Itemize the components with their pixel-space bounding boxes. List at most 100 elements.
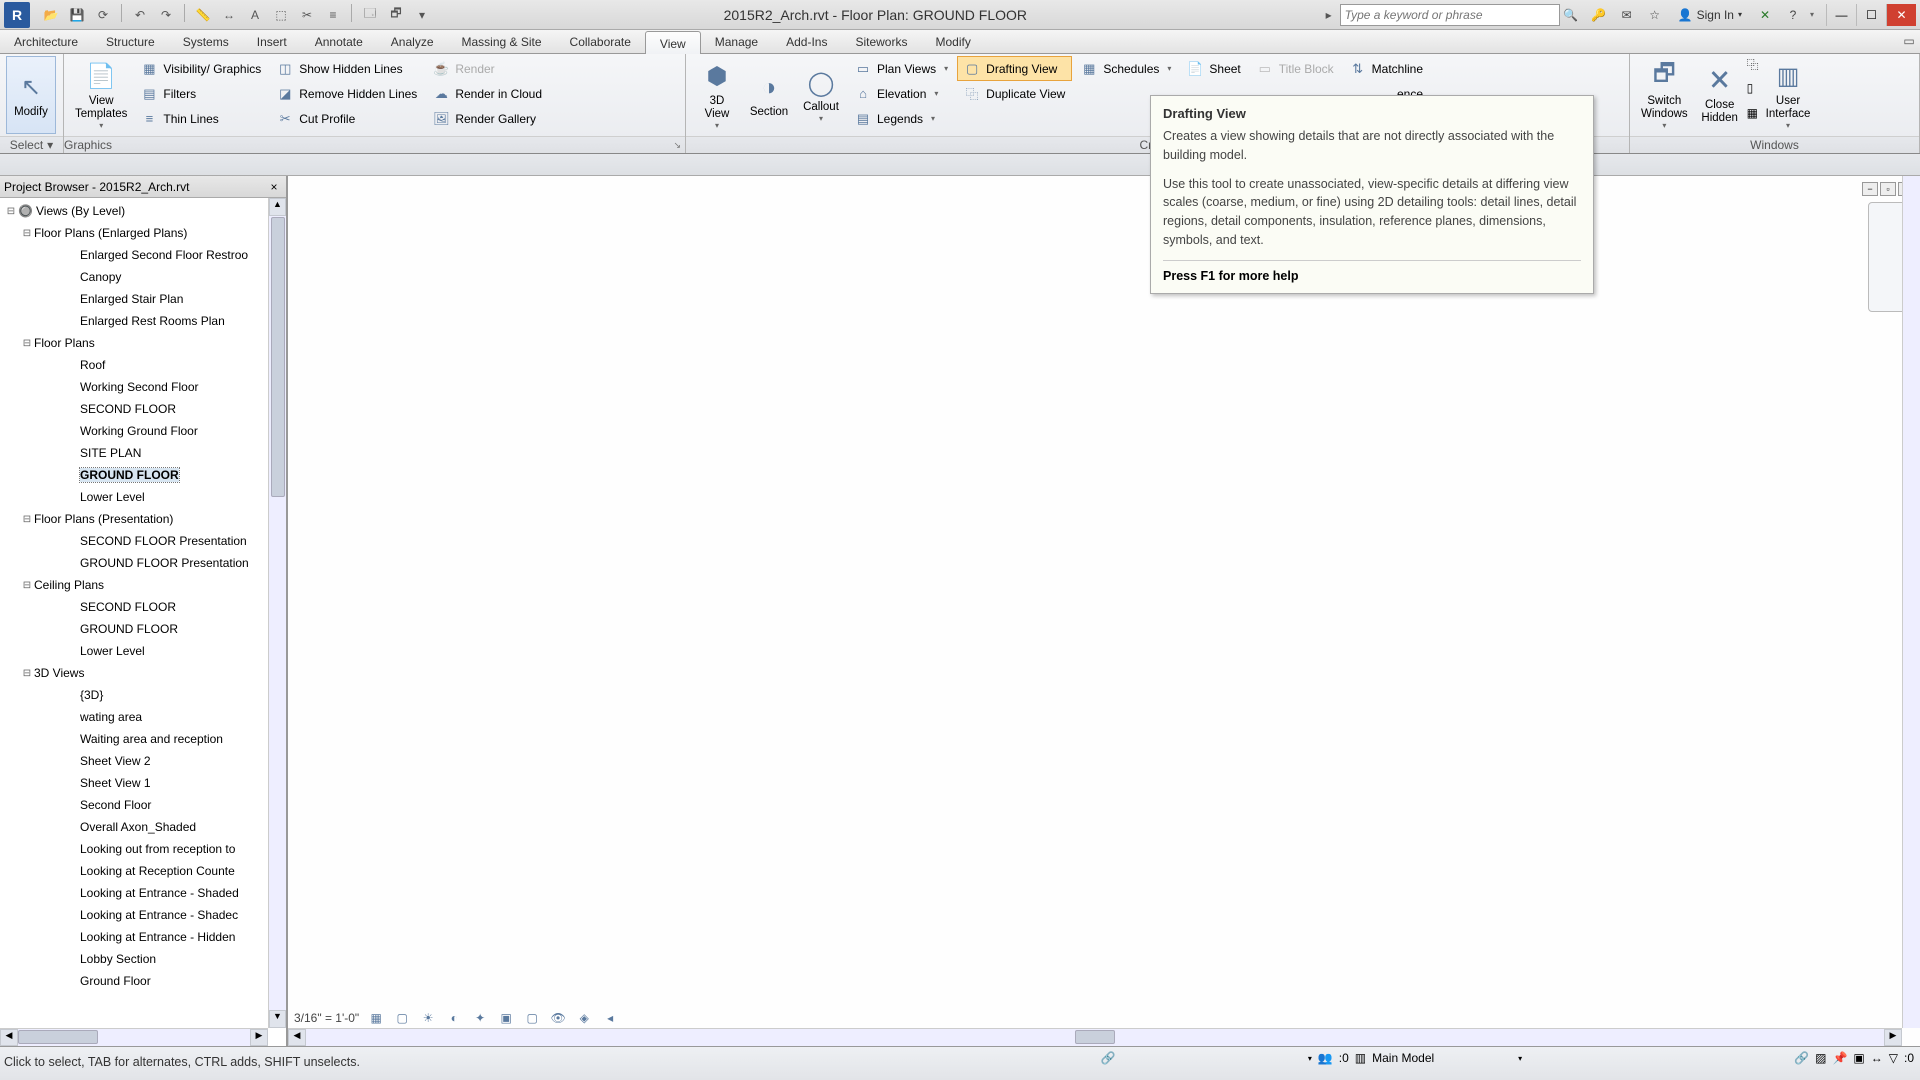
minimize-button[interactable]: — [1826,4,1856,26]
tab-modify[interactable]: Modify [921,30,984,53]
dialog-launcher-icon[interactable]: ↘ [673,140,681,151]
tab-structure[interactable]: Structure [92,30,169,53]
tree-item[interactable]: SECOND FLOOR [0,398,268,420]
cut-profile-button[interactable]: ✂Cut Profile [270,106,424,131]
sun-path-icon[interactable]: ☀ [419,1010,437,1026]
scroll-down-icon[interactable]: ▼ [269,1010,286,1028]
tree-item[interactable]: ⊟Floor Plans (Enlarged Plans) [0,222,268,244]
canvas-vscroll[interactable] [1902,176,1920,1028]
signin-button[interactable]: 👤 Sign In ▾ [1672,8,1748,22]
tree-item[interactable]: GROUND FLOOR Presentation [0,552,268,574]
schedules-button[interactable]: ▦Schedules▾ [1074,56,1178,81]
tree-toggle-icon[interactable]: ⊟ [20,228,34,239]
tile-icon[interactable]: ▦ [1747,106,1759,131]
tree-item[interactable]: Overall Axon_Shaded [0,816,268,838]
search-input[interactable] [1340,4,1560,26]
tab-systems[interactable]: Systems [169,30,243,53]
render-cloud-button[interactable]: ☁Render in Cloud [426,81,549,106]
thin-lines-q-icon[interactable]: ≡ [322,4,344,26]
tab-analyze[interactable]: Analyze [377,30,448,53]
tree-item[interactable]: Sheet View 1 [0,772,268,794]
filter-icon[interactable]: ▽ [1889,1051,1898,1065]
open-icon[interactable]: 📂 [40,4,62,26]
text-icon[interactable]: A [244,4,266,26]
scroll-right-icon[interactable]: ▶ [1884,1029,1902,1046]
close-inactive-icon[interactable]: 🗔 [359,4,381,26]
unhide-icon[interactable]: 👁 [549,1010,567,1026]
design-options-icon[interactable]: ▥ [1355,1051,1366,1065]
tree-item[interactable]: Enlarged Second Floor Restroo [0,244,268,266]
visual-style-icon[interactable]: ▢ [393,1010,411,1026]
scroll-left-icon[interactable]: ◀ [0,1029,18,1046]
chevron-down-icon[interactable]: ▾ [1518,1054,1522,1063]
tree-item[interactable]: Working Ground Floor [0,420,268,442]
thin-lines-button[interactable]: ≡Thin Lines [134,106,268,131]
tree-item[interactable]: Lower Level [0,640,268,662]
tree-item[interactable]: ⊟🔘Views (By Level) [0,200,268,222]
select-face-icon[interactable]: ▣ [1853,1051,1864,1065]
legends-button[interactable]: ▤Legends▾ [848,106,955,131]
view-restore-icon[interactable]: ▫ [1880,182,1896,196]
scroll-thumb[interactable] [1075,1030,1115,1044]
tab-collaborate[interactable]: Collaborate [556,30,645,53]
matchline-button[interactable]: ⇅Matchline [1343,56,1430,81]
tree-item[interactable]: Enlarged Stair Plan [0,288,268,310]
scroll-up-icon[interactable]: ▲ [269,198,286,216]
tree-item[interactable]: SECOND FLOOR [0,596,268,618]
drafting-view-button[interactable]: ▢Drafting View [957,56,1072,81]
dimension-icon[interactable]: ↔ [218,4,240,26]
project-browser-header[interactable]: Project Browser - 2015R2_Arch.rvt × [0,176,286,198]
scroll-right-icon[interactable]: ▶ [250,1029,268,1046]
tree-item[interactable]: GROUND FLOOR [0,618,268,640]
app-icon[interactable]: R [4,2,30,28]
maximize-button[interactable]: ☐ [1856,4,1886,26]
render-gallery-button[interactable]: 🖼Render Gallery [426,106,549,131]
undo-icon[interactable]: ↶ [129,4,151,26]
scroll-thumb[interactable] [271,217,285,497]
tree-item[interactable]: Lower Level [0,486,268,508]
tree-item[interactable]: Looking out from reception to [0,838,268,860]
visibility-graphics-button[interactable]: ▦Visibility/ Graphics [134,56,268,81]
detail-level-icon[interactable]: ▦ [367,1010,385,1026]
design-options-field[interactable]: Main Model [1372,1051,1512,1065]
tree-item[interactable]: ⊟Ceiling Plans [0,574,268,596]
tree-item[interactable]: Waiting area and reception [0,728,268,750]
redo-icon[interactable]: ↷ [155,4,177,26]
3d-icon[interactable]: ⬚ [270,4,292,26]
tree-toggle-icon[interactable]: ⊟ [20,580,34,591]
tree-toggle-icon[interactable]: ⊟ [20,668,34,679]
remove-hidden-lines-button[interactable]: ◪Remove Hidden Lines [270,81,424,106]
crop-region-icon[interactable]: ▢ [523,1010,541,1026]
tab-manage[interactable]: Manage [701,30,772,53]
view-minimize-icon[interactable]: − [1862,182,1878,196]
ribbon-toggle-icon[interactable]: ▭ [1898,30,1920,52]
reveal-icon[interactable]: ◈ [575,1010,593,1026]
section-q-icon[interactable]: ✂ [296,4,318,26]
scroll-left-icon[interactable]: ◀ [288,1029,306,1046]
editable-only-icon[interactable]: 👥 [1318,1051,1333,1065]
tree-item[interactable]: {3D} [0,684,268,706]
save-icon[interactable]: 💾 [66,4,88,26]
workset-icon[interactable]: 🔗 [1101,1051,1116,1065]
tab-architecture[interactable]: Architecture [0,30,92,53]
shadows-icon[interactable]: ◐ [445,1010,463,1026]
chevron-down-icon[interactable]: ▾ [1308,1054,1312,1063]
tree-item[interactable]: SECOND FLOOR Presentation [0,530,268,552]
search-arrow-icon[interactable]: ▸ [1318,4,1340,26]
cascade-icon[interactable]: ▯ [1747,81,1759,106]
3d-view-button[interactable]: ⬢ 3D View ▾ [692,56,742,134]
filters-button[interactable]: ▤Filters [134,81,268,106]
tree-item[interactable]: Looking at Entrance - Shaded [0,882,268,904]
tree-item[interactable]: Looking at Entrance - Shadec [0,904,268,926]
duplicate-view-button[interactable]: ⿻Duplicate View [957,81,1072,106]
plan-views-button[interactable]: ▭Plan Views▾ [848,56,955,81]
replicate-icon[interactable]: ⿻ [1747,56,1759,81]
sync-icon[interactable]: ⟳ [92,4,114,26]
switch-win-q-icon[interactable]: 🗗 [385,4,407,26]
drawing-canvas[interactable]: − ▫ × 3/16" = 1'-0" ▦ ▢ ☀ ◐ ✦ ▣ ▢ 👁 ◈ ◂ … [288,176,1920,1046]
tree-item[interactable]: Sheet View 2 [0,750,268,772]
tab-siteworks[interactable]: Siteworks [841,30,921,53]
modify-button[interactable]: ↖ Modify [6,56,56,134]
nav-left-icon[interactable]: ◂ [601,1010,619,1026]
tree-item[interactable]: GROUND FLOOR [0,464,268,486]
